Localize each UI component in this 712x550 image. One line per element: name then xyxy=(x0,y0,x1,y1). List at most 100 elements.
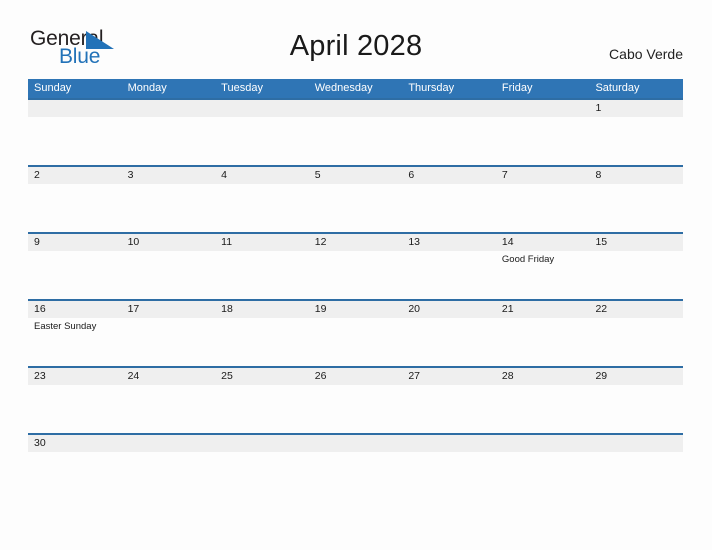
day-number[interactable]: 20 xyxy=(402,301,496,318)
day-number[interactable] xyxy=(496,100,590,117)
date-number-strip: 1 xyxy=(28,100,683,117)
day-number[interactable] xyxy=(402,435,496,452)
day-event xyxy=(589,452,683,500)
day-event xyxy=(589,184,683,232)
day-number[interactable]: 4 xyxy=(215,167,309,184)
weekday-header-sunday: Sunday xyxy=(34,82,72,94)
day-number[interactable] xyxy=(215,435,309,452)
week-row: 1 xyxy=(28,98,683,165)
event-strip: Good Friday xyxy=(28,251,683,299)
day-event xyxy=(215,117,309,165)
day-event xyxy=(28,251,122,299)
day-number[interactable]: 16 xyxy=(28,301,122,318)
day-number[interactable]: 27 xyxy=(402,368,496,385)
day-number[interactable]: 10 xyxy=(122,234,216,251)
date-number-strip: 2 3 4 5 6 7 8 xyxy=(28,167,683,184)
weekday-header-tuesday: Tuesday xyxy=(221,82,263,94)
day-event xyxy=(28,117,122,165)
day-event xyxy=(309,251,403,299)
event-strip xyxy=(28,452,683,500)
day-number[interactable]: 18 xyxy=(215,301,309,318)
event-strip xyxy=(28,184,683,232)
week-row: 23 24 25 26 27 28 29 xyxy=(28,366,683,433)
day-number[interactable]: 17 xyxy=(122,301,216,318)
weekday-header-saturday: Saturday xyxy=(595,82,640,94)
day-event xyxy=(402,184,496,232)
day-number[interactable]: 15 xyxy=(589,234,683,251)
day-event xyxy=(402,251,496,299)
day-number[interactable]: 5 xyxy=(309,167,403,184)
day-number[interactable]: 13 xyxy=(402,234,496,251)
day-number[interactable]: 21 xyxy=(496,301,590,318)
day-event xyxy=(28,452,122,500)
day-event xyxy=(28,184,122,232)
day-event xyxy=(402,452,496,500)
day-event xyxy=(589,251,683,299)
day-number[interactable] xyxy=(122,100,216,117)
country-label: Cabo Verde xyxy=(609,46,683,62)
day-event xyxy=(402,117,496,165)
day-event xyxy=(309,318,403,366)
event-strip xyxy=(28,117,683,165)
day-number[interactable]: 2 xyxy=(28,167,122,184)
calendar-grid: Sunday Monday Tuesday Wednesday Thursday… xyxy=(28,79,683,500)
day-event xyxy=(122,452,216,500)
day-number[interactable]: 14 xyxy=(496,234,590,251)
day-number[interactable]: 8 xyxy=(589,167,683,184)
day-event xyxy=(589,117,683,165)
weekday-header-thursday: Thursday xyxy=(408,82,455,94)
day-event xyxy=(122,318,216,366)
day-event xyxy=(215,385,309,433)
day-event xyxy=(496,385,590,433)
day-number[interactable]: 29 xyxy=(589,368,683,385)
day-number[interactable] xyxy=(496,435,590,452)
day-event xyxy=(309,452,403,500)
day-event xyxy=(309,385,403,433)
day-number[interactable]: 24 xyxy=(122,368,216,385)
day-number[interactable]: 6 xyxy=(402,167,496,184)
day-number[interactable]: 26 xyxy=(309,368,403,385)
day-number[interactable] xyxy=(589,435,683,452)
day-number[interactable] xyxy=(402,100,496,117)
day-number[interactable]: 23 xyxy=(28,368,122,385)
weekday-header-wednesday: Wednesday xyxy=(314,82,373,94)
day-number[interactable]: 19 xyxy=(309,301,403,318)
event-strip: Easter Sunday xyxy=(28,318,683,366)
day-event xyxy=(122,184,216,232)
day-number[interactable]: 11 xyxy=(215,234,309,251)
weekday-header-row: Sunday Monday Tuesday Wednesday Thursday… xyxy=(28,79,683,98)
day-number[interactable] xyxy=(28,100,122,117)
page-title: April 2028 xyxy=(289,30,423,62)
day-number[interactable] xyxy=(309,435,403,452)
day-number[interactable]: 7 xyxy=(496,167,590,184)
day-event xyxy=(496,117,590,165)
day-event xyxy=(215,184,309,232)
day-number[interactable] xyxy=(122,435,216,452)
day-event: Good Friday xyxy=(501,254,555,265)
week-row: 16 17 18 19 20 21 22 Easter Sunday xyxy=(28,299,683,366)
weekday-header-friday: Friday xyxy=(501,82,533,94)
day-event xyxy=(122,117,216,165)
day-number[interactable]: 9 xyxy=(28,234,122,251)
day-number[interactable]: 1 xyxy=(589,100,683,117)
day-event xyxy=(122,251,216,299)
day-number[interactable] xyxy=(215,100,309,117)
date-number-strip: 9 10 11 12 13 14 15 xyxy=(28,234,683,251)
day-event xyxy=(589,385,683,433)
day-number[interactable]: 3 xyxy=(122,167,216,184)
day-number[interactable]: 12 xyxy=(309,234,403,251)
day-event xyxy=(28,385,122,433)
day-number[interactable]: 22 xyxy=(589,301,683,318)
day-event xyxy=(496,452,590,500)
day-number[interactable]: 28 xyxy=(496,368,590,385)
page-header: General Blue April 2028 Cabo Verde xyxy=(0,0,712,78)
day-event: Easter Sunday xyxy=(34,321,97,332)
week-row: 2 3 4 5 6 7 8 xyxy=(28,165,683,232)
day-number[interactable]: 30 xyxy=(28,435,122,452)
date-number-strip: 23 24 25 26 27 28 29 xyxy=(28,368,683,385)
day-event xyxy=(402,318,496,366)
day-number[interactable]: 25 xyxy=(215,368,309,385)
date-number-strip: 30 xyxy=(28,435,683,452)
day-event xyxy=(122,385,216,433)
day-number[interactable] xyxy=(309,100,403,117)
